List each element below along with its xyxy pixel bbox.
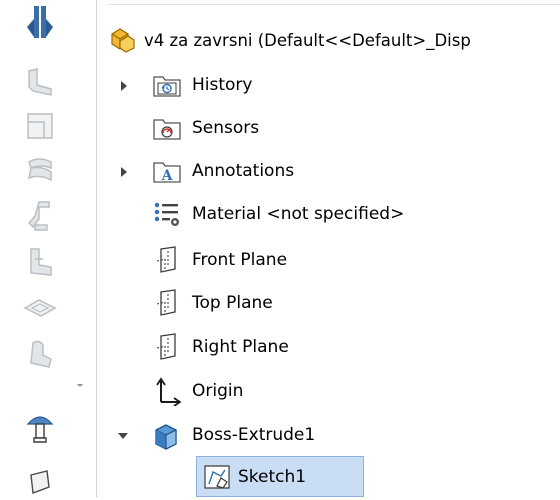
command-toolbar xyxy=(0,0,96,497)
plane-icon xyxy=(150,243,184,277)
sheet-metal-bracket-icon[interactable] xyxy=(18,242,62,282)
expand-arrow-icon[interactable] xyxy=(117,165,131,179)
tree-item-label: History xyxy=(192,75,253,95)
extrude-icon xyxy=(150,418,184,452)
origin-icon xyxy=(150,374,184,408)
tree-item-annotations[interactable]: A Annotations xyxy=(150,151,294,191)
tree-item-label: Sensors xyxy=(192,118,260,138)
tree-item-sensors[interactable]: Sensors xyxy=(150,108,259,148)
sheet-metal-forming-tool-icon[interactable] xyxy=(18,334,62,374)
sensors-folder-icon xyxy=(150,111,184,145)
tree-item-label: Sketch1 xyxy=(238,467,307,487)
sheet-metal-base-flange-icon[interactable] xyxy=(18,62,62,102)
feature-manager-icon[interactable] xyxy=(18,2,62,42)
tree-item-front-plane[interactable]: Front Plane xyxy=(150,240,287,280)
plane-icon xyxy=(150,286,184,320)
tree-item-label: Boss-Extrude1 xyxy=(192,425,316,445)
tree-item-history[interactable]: History xyxy=(150,65,252,105)
material-icon xyxy=(150,197,184,231)
sheet-metal-jog-icon[interactable] xyxy=(18,196,62,236)
tree-item-label: Top Plane xyxy=(192,293,273,313)
sketch-icon xyxy=(200,460,234,494)
tree-item-label: v4 za zavrsni (Default<<Default>_Disp xyxy=(144,30,471,50)
tree-item-boss-extrude1[interactable]: Boss-Extrude1 xyxy=(150,415,315,455)
part-icon xyxy=(104,23,138,57)
plane-icon xyxy=(150,330,184,364)
feature-tree: v4 za zavrsni (Default<<Default>_Disp Hi… xyxy=(97,0,560,497)
tree-item-sketch1[interactable]: Sketch1 xyxy=(200,457,306,497)
sheet-metal-corner-icon[interactable] xyxy=(18,106,62,146)
tree-item-material[interactable]: Material <not specified> xyxy=(150,194,404,234)
tree-item-right-plane[interactable]: Right Plane xyxy=(150,327,289,367)
tree-item-label: Material <not specified> xyxy=(192,204,405,224)
chevron-down-icon[interactable] xyxy=(74,376,86,388)
sheet-metal-flat-icon[interactable] xyxy=(18,288,62,328)
sheet-metal-hem-icon[interactable] xyxy=(18,150,62,190)
tree-root-part[interactable]: v4 za zavrsni (Default<<Default>_Disp xyxy=(104,20,471,60)
annotations-folder-icon: A xyxy=(150,154,184,188)
collapse-arrow-icon[interactable] xyxy=(116,429,130,443)
tree-item-label: Front Plane xyxy=(192,250,288,270)
expand-arrow-icon[interactable] xyxy=(117,79,131,93)
sheet-metal-gusset-icon[interactable] xyxy=(18,406,62,446)
history-folder-icon xyxy=(150,68,184,102)
tree-item-top-plane[interactable]: Top Plane xyxy=(150,283,273,323)
svg-text:A: A xyxy=(161,168,174,184)
tree-item-label: Annotations xyxy=(192,161,295,181)
tree-item-origin[interactable]: Origin xyxy=(150,371,243,411)
tree-item-label: Origin xyxy=(192,381,244,401)
sheet-metal-extra-icon[interactable] xyxy=(18,460,62,500)
tree-item-label: Right Plane xyxy=(192,337,289,357)
